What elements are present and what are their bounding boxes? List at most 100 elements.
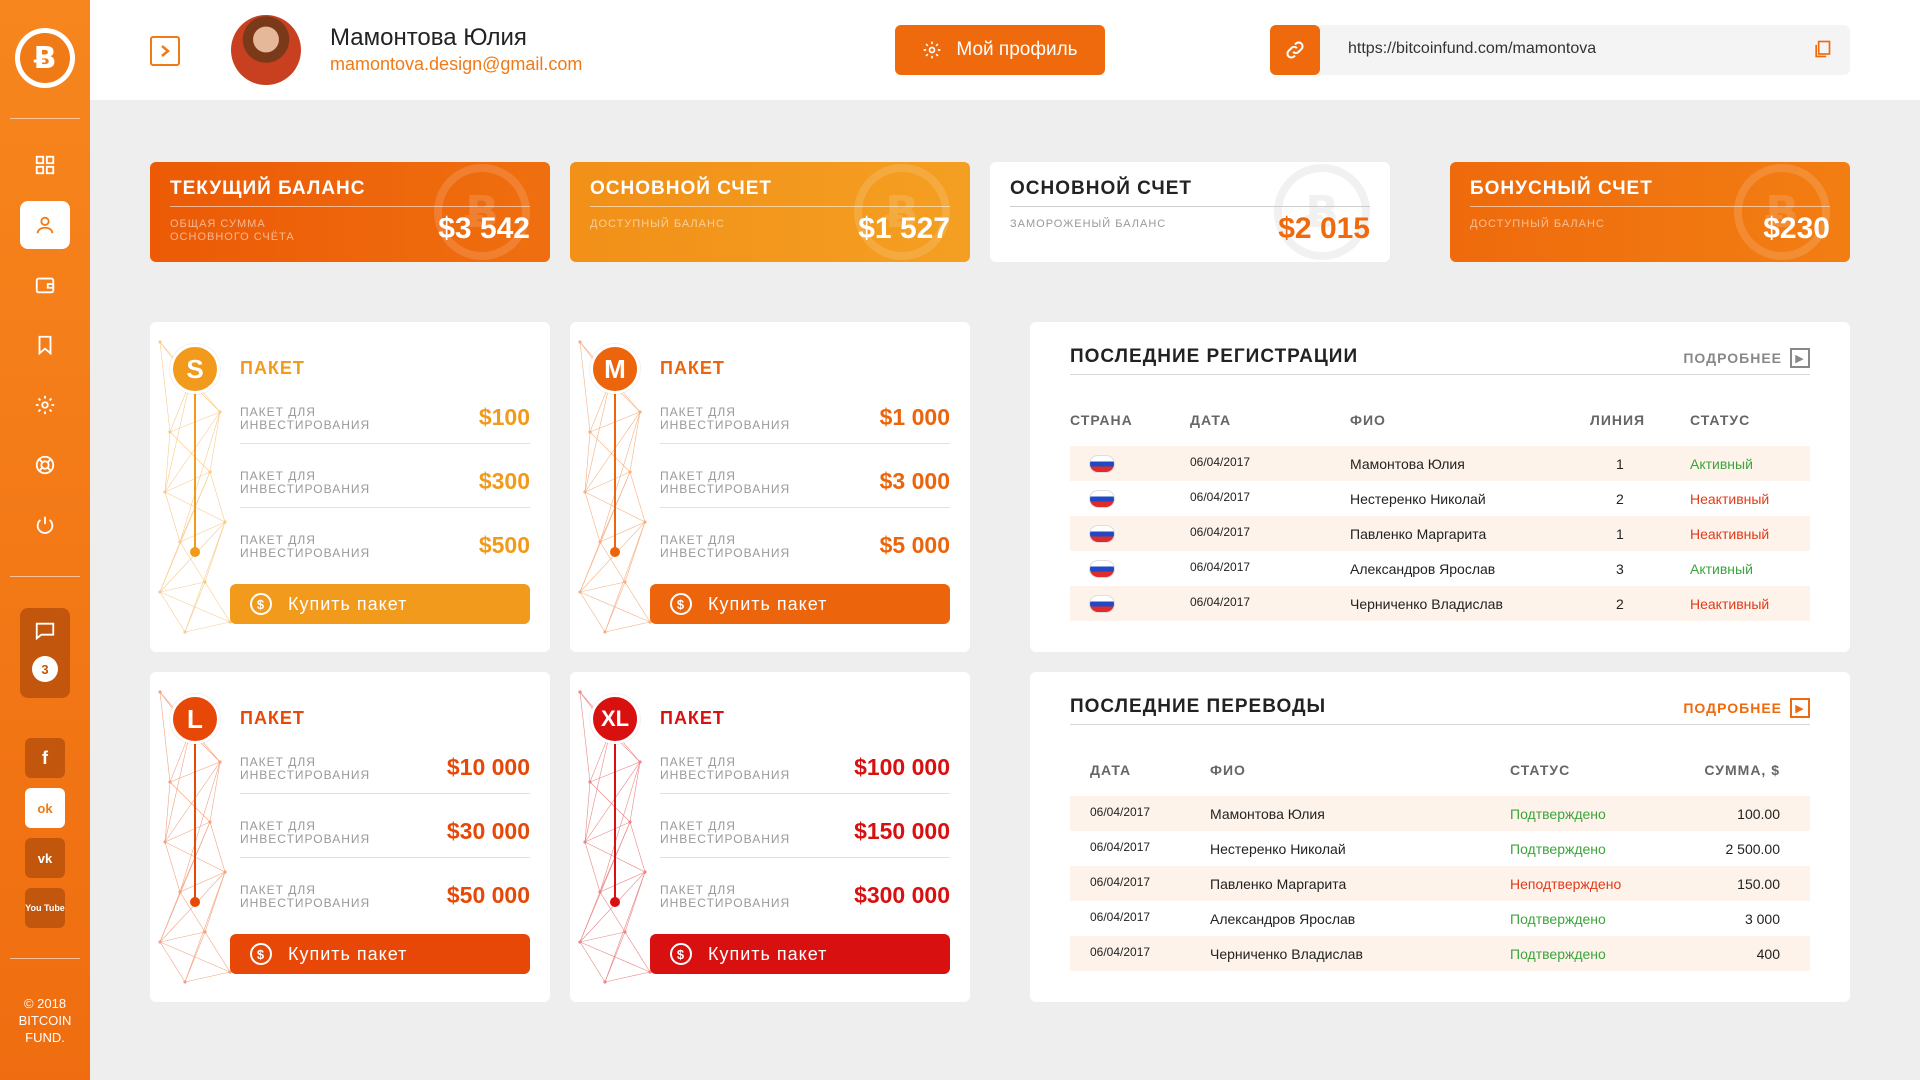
nav-dashboard[interactable] <box>20 141 70 189</box>
row-amount: 400 <box>1756 946 1780 962</box>
package-option[interactable]: ПАКЕТ ДЛЯ ИНВЕСТИРОВАНИЯ $3 000 <box>660 456 950 508</box>
package-option-price: $150 000 <box>854 818 950 844</box>
row-line: 2 <box>1616 596 1624 612</box>
buy-package-button[interactable]: $ Купить пакет <box>230 934 530 974</box>
package-option-label: ПАКЕТ ДЛЯ ИНВЕСТИРОВАНИЯ <box>240 533 371 560</box>
package-option[interactable]: ПАКЕТ ДЛЯ ИНВЕСТИРОВАНИЯ $50 000 <box>240 870 530 922</box>
referral-url[interactable]: https://bitcoinfund.com/mamontova <box>1348 40 1596 58</box>
buy-package-label: Купить пакет <box>288 593 408 614</box>
col-header-date: ДАТА <box>1190 412 1232 428</box>
package-option[interactable]: ПАКЕТ ДЛЯ ИНВЕСТИРОВАНИЯ $100 <box>240 392 530 444</box>
balance-subtitle: ОБЩАЯ СУММА ОСНОВНОГО СЧЁТА <box>170 218 295 243</box>
bitcoin-logo[interactable]: Ƀ <box>15 28 75 88</box>
table-row[interactable]: 06/04/2017 Нестеренко Николай Подтвержде… <box>1070 831 1810 866</box>
bookmark-icon <box>38 335 52 356</box>
row-amount: 3 000 <box>1744 911 1780 927</box>
timeline-dot <box>190 897 200 907</box>
copy-icon[interactable] <box>1812 39 1832 64</box>
package-option[interactable]: ПАКЕТ ДЛЯ ИНВЕСТИРОВАНИЯ $300 000 <box>660 870 950 922</box>
row-name: Александров Ярослав <box>1210 911 1356 927</box>
table-row[interactable]: 06/04/2017 Александров Ярослав 3 Активны… <box>1070 551 1810 586</box>
table-row[interactable]: 06/04/2017 Черниченко Владислав Подтверж… <box>1070 936 1810 971</box>
balance-card-main-frozen: Ƀ ОСНОВНОЙ СЧЕТ ЗАМОРОЖЕНЫЙ БАЛАНС $2 01… <box>990 162 1390 262</box>
expand-sidebar-button[interactable] <box>150 36 180 66</box>
package-size-badge: XL <box>590 694 640 744</box>
package-option-label: ПАКЕТ ДЛЯ ИНВЕСТИРОВАНИЯ <box>240 469 371 496</box>
youtube-icon[interactable]: You Tube <box>25 888 65 928</box>
package-option[interactable]: ПАКЕТ ДЛЯ ИНВЕСТИРОВАНИЯ $150 000 <box>660 806 950 858</box>
row-name: Мамонтова Юлия <box>1210 806 1325 822</box>
package-title: ПАКЕТ <box>660 708 725 728</box>
timeline-dot <box>610 897 620 907</box>
buy-package-button[interactable]: $ Купить пакет <box>230 584 530 624</box>
package-option[interactable]: ПАКЕТ ДЛЯ ИНВЕСТИРОВАНИЯ $5 000 <box>660 520 950 572</box>
table-row[interactable]: 06/04/2017 Павленко Маргарита Неподтверж… <box>1070 866 1810 901</box>
nav-support[interactable] <box>20 441 70 489</box>
package-option-price: $5 000 <box>879 532 950 558</box>
odnoklassniki-icon[interactable]: ok <box>25 788 65 828</box>
col-header-status: СТАТУС <box>1690 412 1751 428</box>
bitcoin-icon: Ƀ <box>20 33 70 83</box>
registrations-more-link[interactable]: ПОДРОБНЕЕ ▶ <box>1683 348 1810 368</box>
row-status: Подтверждено <box>1510 841 1606 857</box>
package-option-label: ПАКЕТ ДЛЯ ИНВЕСТИРОВАНИЯ <box>660 533 791 560</box>
row-date: 06/04/2017 <box>1190 490 1251 504</box>
table-row[interactable]: 06/04/2017 Павленко Маргарита 1 Неактивн… <box>1070 516 1810 551</box>
balance-title: ОСНОВНОЙ СЧЕТ <box>1010 178 1193 199</box>
package-option-price: $100 <box>478 404 530 430</box>
referral-link-field[interactable]: https://bitcoinfund.com/mamontova <box>1270 25 1850 75</box>
power-icon <box>36 516 54 534</box>
user-email[interactable]: mamontova.design@gmail.com <box>330 54 582 75</box>
table-row[interactable]: 06/04/2017 Нестеренко Николай 2 Неактивн… <box>1070 481 1810 516</box>
vk-icon[interactable]: vk <box>25 838 65 878</box>
row-name: Черниченко Владислав <box>1350 596 1503 612</box>
divider <box>1470 206 1830 207</box>
chat-button[interactable]: 3 <box>20 608 70 698</box>
balance-subtitle: ДОСТУПНЫЙ БАЛАНС <box>1470 218 1605 230</box>
row-line: 1 <box>1616 526 1624 542</box>
package-option[interactable]: ПАКЕТ ДЛЯ ИНВЕСТИРОВАНИЯ $30 000 <box>240 806 530 858</box>
dollar-icon: $ <box>670 943 692 965</box>
avatar[interactable] <box>231 15 301 85</box>
dollar-icon: $ <box>250 943 272 965</box>
nav-bookmarks[interactable] <box>20 321 70 369</box>
row-status: Неактивный <box>1690 491 1770 507</box>
buy-package-label: Купить пакет <box>708 943 828 964</box>
chevron-right-icon: ▶ <box>1790 698 1810 718</box>
my-profile-button[interactable]: Мой профиль <box>895 25 1105 75</box>
row-date: 06/04/2017 <box>1090 840 1151 854</box>
package-option[interactable]: ПАКЕТ ДЛЯ ИНВЕСТИРОВАНИЯ $1 000 <box>660 392 950 444</box>
balance-value: $2 015 <box>1278 212 1370 245</box>
balance-value: $3 542 <box>438 212 530 245</box>
grid-icon <box>35 155 55 175</box>
buy-package-button[interactable]: $ Купить пакет <box>650 934 950 974</box>
transfers-more-link[interactable]: ПОДРОБНЕЕ ▶ <box>1683 698 1810 718</box>
russia-flag-icon <box>1090 561 1114 577</box>
facebook-icon[interactable]: f <box>25 738 65 778</box>
row-status: Активный <box>1690 456 1753 472</box>
col-header-date: ДАТА <box>1090 762 1132 778</box>
table-row[interactable]: 06/04/2017 Александров Ярослав Подтвержд… <box>1070 901 1810 936</box>
package-option-price: $3 000 <box>879 468 950 494</box>
table-row[interactable]: 06/04/2017 Мамонтова Юлия 1 Активный <box>1070 446 1810 481</box>
package-option-label: ПАКЕТ ДЛЯ ИНВЕСТИРОВАНИЯ <box>660 405 791 432</box>
table-row[interactable]: 06/04/2017 Черниченко Владислав 2 Неакти… <box>1070 586 1810 621</box>
nav-wallet[interactable] <box>20 261 70 309</box>
row-name: Павленко Маргарита <box>1350 526 1487 542</box>
nav-profile[interactable] <box>20 201 70 249</box>
package-option[interactable]: ПАКЕТ ДЛЯ ИНВЕСТИРОВАНИЯ $10 000 <box>240 742 530 794</box>
nav-settings[interactable] <box>20 381 70 429</box>
package-size-badge: L <box>170 694 220 744</box>
package-option[interactable]: ПАКЕТ ДЛЯ ИНВЕСТИРОВАНИЯ $100 000 <box>660 742 950 794</box>
nav-logout[interactable] <box>20 501 70 549</box>
package-option[interactable]: ПАКЕТ ДЛЯ ИНВЕСТИРОВАНИЯ $300 <box>240 456 530 508</box>
row-date: 06/04/2017 <box>1090 910 1151 924</box>
table-row[interactable]: 06/04/2017 Мамонтова Юлия Подтверждено 1… <box>1070 796 1810 831</box>
buy-package-button[interactable]: $ Купить пакет <box>650 584 950 624</box>
balance-subtitle: ДОСТУПНЫЙ БАЛАНС <box>590 218 725 230</box>
package-option[interactable]: ПАКЕТ ДЛЯ ИНВЕСТИРОВАНИЯ $500 <box>240 520 530 572</box>
package-option-label: ПАКЕТ ДЛЯ ИНВЕСТИРОВАНИЯ <box>240 819 371 846</box>
row-status: Подтверждено <box>1510 806 1606 822</box>
col-header-country: СТРАНА <box>1070 412 1133 428</box>
row-line: 1 <box>1616 456 1624 472</box>
